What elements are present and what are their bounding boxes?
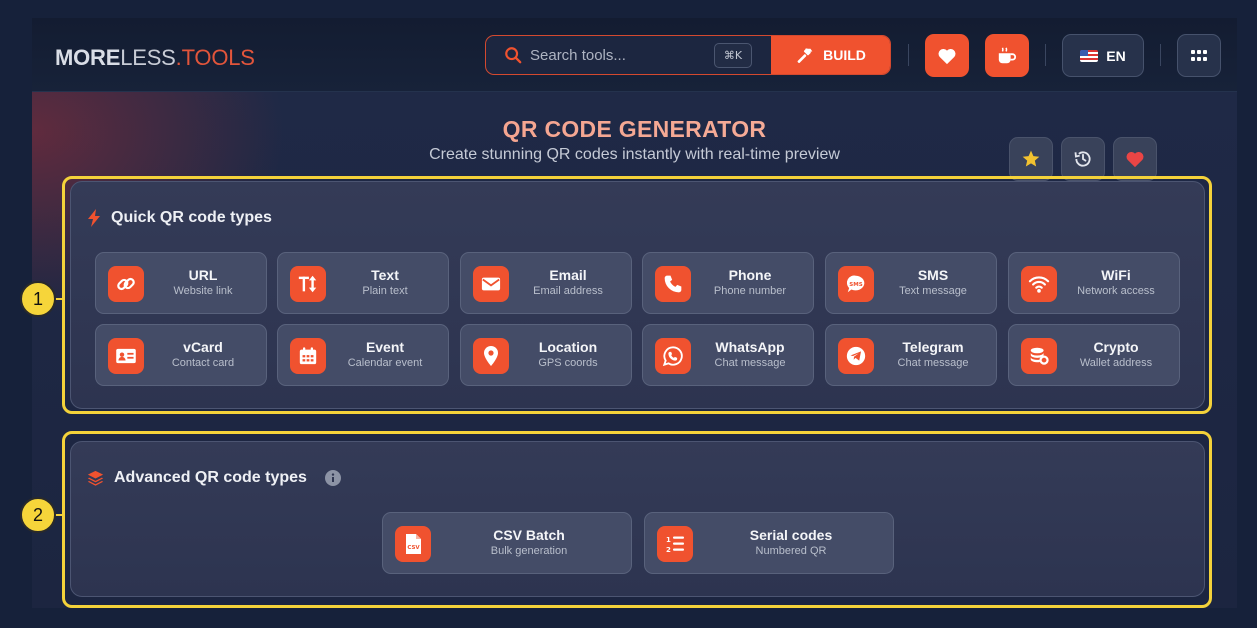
- qr-type-telegram[interactable]: Telegram Chat message: [825, 324, 997, 386]
- lightning-icon: [88, 209, 100, 227]
- qr-type-text[interactable]: Text Plain text: [277, 252, 449, 314]
- site-logo[interactable]: MORELESS.TOOLS: [55, 45, 255, 71]
- search-input[interactable]: [530, 36, 710, 74]
- qr-type-wifi[interactable]: WiFi Network access: [1008, 252, 1180, 314]
- shortcut-badge: ⌘K: [714, 43, 752, 68]
- qr-type-csv-batch[interactable]: CSV CSV Batch Bulk generation: [382, 512, 632, 574]
- qr-type-sms[interactable]: SMS SMS Text message: [825, 252, 997, 314]
- search-icon: [505, 47, 522, 64]
- favorite-button[interactable]: [925, 34, 969, 77]
- divider: [1045, 44, 1046, 66]
- svg-text:2: 2: [666, 546, 671, 554]
- layers-icon: [87, 470, 104, 486]
- quick-types-panel: Quick QR code types URL Website link Text…: [70, 181, 1205, 409]
- star-icon: [1022, 150, 1040, 167]
- build-label: BUILD: [823, 47, 866, 63]
- coffee-button[interactable]: [985, 34, 1029, 77]
- sms-icon: SMS: [838, 266, 874, 302]
- star-button[interactable]: [1009, 137, 1053, 181]
- divider: [1160, 44, 1161, 66]
- phone-icon: [655, 266, 691, 302]
- qr-type-serial-codes[interactable]: 12 Serial codes Numbered QR: [644, 512, 894, 574]
- qr-type-event[interactable]: Event Calendar event: [277, 324, 449, 386]
- id-card-icon: [108, 338, 144, 374]
- text-icon: [290, 266, 326, 302]
- calendar-icon: [290, 338, 326, 374]
- whatsapp-icon: [655, 338, 691, 374]
- hammer-icon: [797, 48, 813, 64]
- history-button[interactable]: [1061, 137, 1105, 181]
- us-flag-icon: [1080, 49, 1099, 62]
- heart-icon: [1126, 151, 1144, 168]
- apps-menu-button[interactable]: [1177, 34, 1221, 77]
- info-icon[interactable]: [324, 470, 341, 486]
- numbered-list-icon: 12: [657, 526, 693, 562]
- search-bar: ⌘K BUILD: [485, 35, 891, 75]
- advanced-types-heading: Advanced QR code types: [87, 469, 341, 487]
- qr-type-url[interactable]: URL Website link: [95, 252, 267, 314]
- qr-type-crypto[interactable]: Crypto Wallet address: [1008, 324, 1180, 386]
- quick-types-heading: Quick QR code types: [87, 209, 272, 227]
- qr-type-vcard[interactable]: vCard Contact card: [95, 324, 267, 386]
- wifi-icon: [1021, 266, 1057, 302]
- main-content: QR CODE GENERATOR Create stunning QR cod…: [32, 92, 1237, 608]
- page-subtitle: Create stunning QR codes instantly with …: [429, 146, 840, 163]
- page-title: QR CODE GENERATOR: [32, 116, 1237, 143]
- coffee-icon: [998, 46, 1017, 63]
- coins-icon: [1021, 338, 1057, 374]
- favorites-button[interactable]: [1113, 137, 1157, 181]
- qr-type-location[interactable]: Location GPS coords: [460, 324, 632, 386]
- csv-file-icon: CSV: [395, 526, 431, 562]
- svg-text:1: 1: [666, 536, 671, 544]
- annotation-marker-2: 2: [20, 497, 56, 533]
- svg-text:SMS: SMS: [849, 282, 862, 288]
- qr-type-email[interactable]: Email Email address: [460, 252, 632, 314]
- envelope-icon: [473, 266, 509, 302]
- location-pin-icon: [473, 338, 509, 374]
- telegram-icon: [838, 338, 874, 374]
- advanced-types-panel: Advanced QR code types CSV CSV Batch Bulk…: [70, 441, 1205, 597]
- build-button[interactable]: BUILD: [771, 36, 890, 74]
- heart-icon: [938, 48, 956, 64]
- qr-type-whatsapp[interactable]: WhatsApp Chat message: [642, 324, 814, 386]
- grid-icon: [1191, 49, 1207, 61]
- link-icon: [108, 266, 144, 302]
- history-icon: [1074, 151, 1091, 167]
- language-selector[interactable]: EN: [1062, 34, 1144, 77]
- qr-type-phone[interactable]: Phone Phone number: [642, 252, 814, 314]
- language-label: EN: [1106, 47, 1126, 64]
- divider: [908, 44, 909, 66]
- svg-text:CSV: CSV: [407, 545, 420, 551]
- top-header: MORELESS.TOOLS ⌘K BUILD EN: [32, 18, 1237, 92]
- annotation-marker-1: 1: [20, 281, 56, 317]
